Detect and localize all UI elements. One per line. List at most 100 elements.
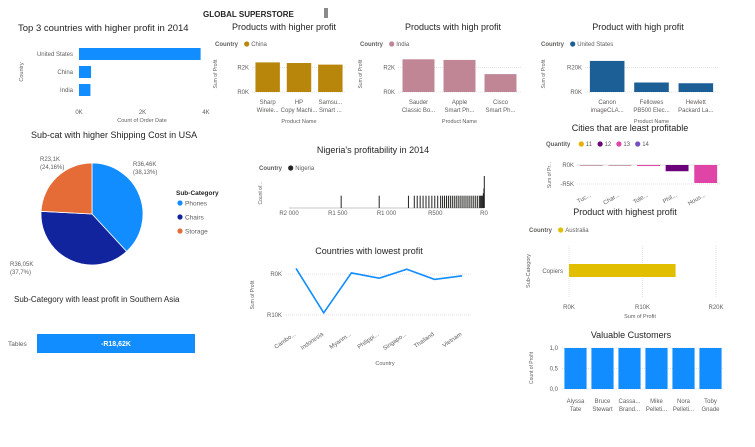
category-label: Sharp [260,100,277,106]
category-label: Myanm... [329,332,353,351]
x-tick-label: R0 [480,211,488,217]
category-label: Thailand [413,332,435,350]
legend-title: Sub-Category [176,190,219,197]
x-tick-label: R2 000 [279,211,299,217]
legend-title: Quantity [546,142,571,148]
data-label: R36,05K [10,262,33,268]
legend-marker [635,141,641,147]
chart-title-us: Product with high profit [592,22,684,32]
bar-nigeria [459,195,461,208]
category-label: Tables [8,341,28,348]
y-axis-title: Country [19,62,25,82]
category-label: Cisco [493,100,509,106]
category-label: Pelleti... [646,407,668,413]
x-tick-label: 2K [139,110,146,116]
bar-china [318,64,343,92]
bar-customers [564,348,587,389]
y-tick-label: R20K [567,65,582,71]
legend-title: Country [215,42,239,48]
bar-us [634,82,669,92]
chart-title-lowest: Countries with lowest profit [315,246,423,256]
legend-marker [177,228,183,234]
y-axis-title: Sum of Pr... [547,162,553,188]
legend-india: Country India [360,41,410,48]
bar-customers [591,348,614,389]
x-tick-label: R10K [635,305,650,311]
legend-title: Country [529,228,553,234]
x-tick-label: 0K [75,110,82,116]
bar-customers [699,348,722,389]
y-tick-label: R0K [562,163,574,169]
bar-india [443,59,476,92]
legend-title: Country [259,166,283,172]
bar-india [402,59,435,92]
bar-nigeria [457,195,459,208]
legend-marker [389,41,395,47]
category-label: Copy Machi... [281,108,318,114]
category-label: Singapo... [382,332,408,353]
y-axis-title: Sub-Category [526,254,532,288]
bar-top3 [79,84,91,96]
bar-nigeria [445,195,447,208]
category-label: Hous... [687,192,707,207]
chart-title-cities: Cities that are least profitable [572,123,689,133]
legend-marker [244,41,250,47]
legend-marker [177,200,183,206]
bar-nigeria [340,195,342,208]
bar-cities [665,165,689,172]
y-axis-title: Sum of Profit [250,280,256,310]
charts-layer: Top 3 countries with higher profit in 20… [8,22,724,413]
bar-nigeria [481,195,483,208]
legend-label: 14 [642,142,649,148]
legend-cities: Quantity 11 12 13 14 [546,141,650,148]
category-label: Copiers [542,269,563,275]
y-tick-label: R0K [570,90,582,96]
legend-title: Country [541,42,565,48]
category-label: Vietnam [442,332,463,349]
category-label: Pelleti... [673,407,695,413]
bar-nigeria [407,195,409,208]
legend-label: Chairs [185,215,205,222]
legend-label: Nigeria [295,166,315,172]
y-tick-label: R0K [383,90,395,96]
bar-us [589,60,625,92]
category-label: Alyssa [567,399,585,405]
bar-nigeria [422,195,424,208]
bar-nigeria [437,195,439,208]
bar-nigeria [428,195,430,208]
chart-title-southasia: Sub-Category with least profit in Southe… [14,295,180,304]
bar-top3 [79,48,201,60]
category-label: Indonesia [300,331,325,351]
category-label: Stewart [592,407,613,413]
chart-title-customers: Valuable Customers [591,330,672,340]
y-tick-label: 1,0 [550,346,559,352]
y-tick-label: R10K [267,313,282,319]
category-label: Hewlett [686,100,706,106]
bar-nigeria [440,195,442,208]
category-label: Cambo... [274,332,298,351]
category-label: United States [37,52,73,58]
bar-nigeria [449,195,451,208]
category-label: Fellowes [640,100,664,106]
y-axis-title: Sum of Profit [541,59,547,89]
category-label: Nora [677,399,691,405]
category-label: imageCLA... [591,108,624,114]
bar-nigeria [453,195,455,208]
category-label: HP [295,100,303,106]
bar-nigeria [442,195,444,208]
legend-label: Australia [565,228,589,234]
category-label: Smart Ph... [444,108,474,114]
legend-marker [578,141,584,147]
x-tick-label: R1 000 [377,211,397,217]
x-tick-label: R20K [708,305,723,311]
legend-marker [597,141,603,147]
bar-cities [694,165,718,183]
bar-nigeria [378,195,380,208]
bar-cities [637,165,660,167]
category-label: Philippi... [357,332,381,351]
legend-label: Phones [185,201,208,208]
bar-nigeria [467,195,469,208]
category-label: Smart Ph... [485,108,515,114]
bar-customers [645,348,668,389]
x-tick-label: R0K [563,305,575,311]
